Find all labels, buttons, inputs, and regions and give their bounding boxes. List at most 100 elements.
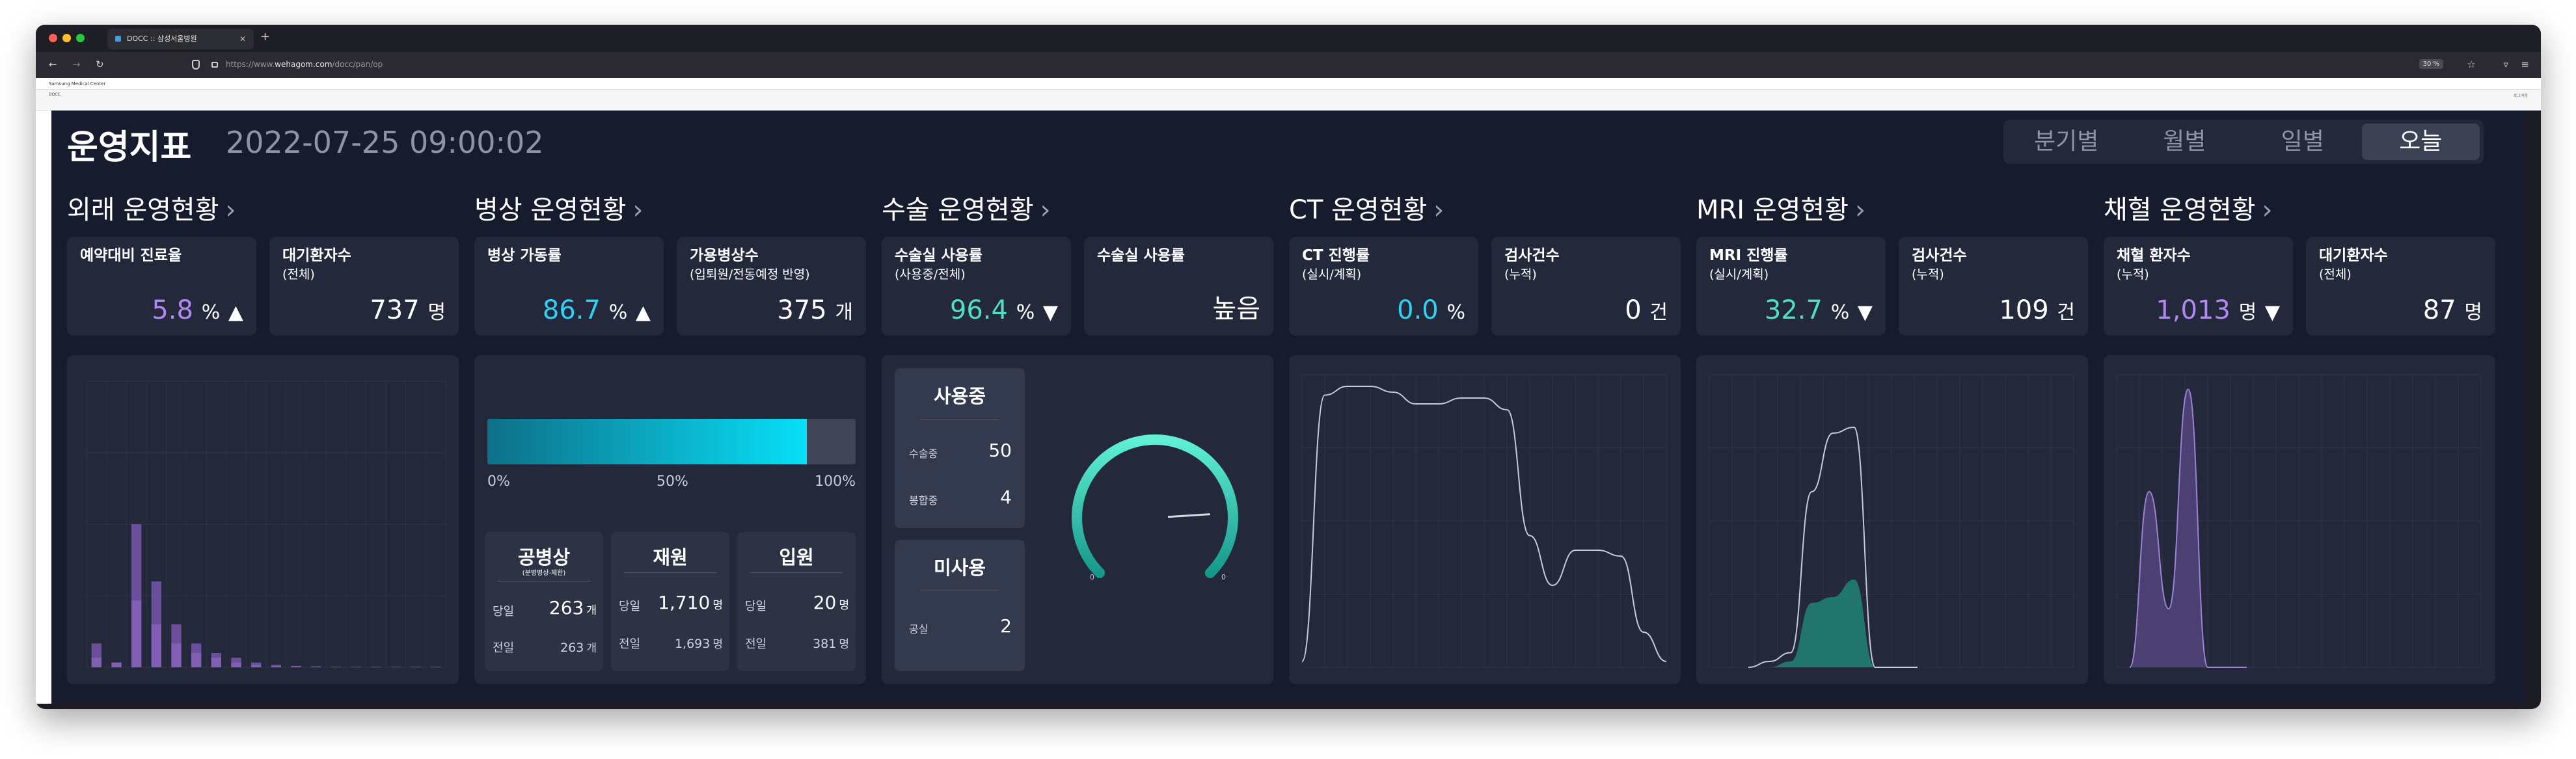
card-label: 예약대비 진료율 xyxy=(80,247,182,264)
ct-title[interactable]: CT 운영현황 › xyxy=(1289,189,1444,226)
value-unit: % xyxy=(1446,301,1465,324)
ward-panel: 0% 50% 100% 공병상 (분병병상-제한) 당일 263 개 전일 263… xyxy=(474,355,866,684)
section-title-text: MRI 운영현황 xyxy=(1696,195,1849,225)
row-label-today: 당일 xyxy=(619,600,641,613)
value-number: 1,693 xyxy=(674,637,711,651)
chevron-right-icon: › xyxy=(225,195,236,225)
gauge-min-label: 0 xyxy=(1090,573,1094,581)
value-unit: 명 xyxy=(839,638,849,651)
shield-icon[interactable] xyxy=(192,60,200,70)
card-value: 1,013 명 ▼ xyxy=(2156,295,2280,325)
blood-title[interactable]: 채혈 운영현황 › xyxy=(2104,189,2273,226)
value-number: 737 xyxy=(370,295,420,325)
row-label-yesterday: 전일 xyxy=(619,637,641,651)
browser-window: DOCC :: 삼성서울병원 ✕ + ← → ↻ https://www.weh… xyxy=(36,25,2541,709)
value-unit: 명 xyxy=(2464,301,2482,324)
surgery-section: 수술 운영현황 › 수술실 사용률 (사용중/전체) 96.4 % ▼ 수술실 사… xyxy=(882,189,1273,696)
outpatient-bar-chart xyxy=(86,380,446,668)
tab-title: DOCC :: 삼성서울병원 xyxy=(127,34,197,43)
tab-daily[interactable]: 일별 xyxy=(2244,124,2362,160)
bed-occupancy-card: 병상 가동률 86.7 % ▲ xyxy=(474,237,664,336)
outpatient-title[interactable]: 외래 운영현황 › xyxy=(67,189,236,226)
mri-title[interactable]: MRI 운영현황 › xyxy=(1696,189,1865,226)
row-label-today: 당일 xyxy=(493,605,515,619)
trend-up-icon: ▲ xyxy=(635,301,651,324)
value-number: 263 xyxy=(560,641,584,655)
tab-today[interactable]: 오늘 xyxy=(2361,124,2480,160)
back-icon[interactable]: ← xyxy=(49,59,57,70)
minimize-window-button[interactable] xyxy=(62,34,71,42)
mri-exam-count-card: 검사건수 (누적) 109 건 xyxy=(1899,237,2088,336)
lock-icon[interactable] xyxy=(211,62,218,68)
ct-section: CT 운영현황 › CT 진행률 (실시/계획) 0.0 % 검사건수 (누적) … xyxy=(1289,189,1681,696)
bar-overlay xyxy=(271,665,281,667)
card-value: 109 건 xyxy=(1999,295,2075,325)
card-label: 병상 가동률 xyxy=(487,247,562,264)
card-value: 87 명 xyxy=(2423,295,2482,325)
forward-icon[interactable]: → xyxy=(72,59,81,70)
value-unit: 건 xyxy=(1649,301,1668,324)
ward-title[interactable]: 병상 운영현황 › xyxy=(474,189,644,226)
zoom-badge[interactable]: 30 % xyxy=(2419,59,2443,69)
card-sublabel: (누적) xyxy=(2117,267,2149,282)
browser-tab[interactable]: DOCC :: 삼성서울병원 ✕ xyxy=(107,29,254,49)
dashboard: 운영지표 2022-07-25 09:00:02 분기별 월별 일별 오늘 외래… xyxy=(51,111,2525,704)
bar-overlay xyxy=(91,658,102,667)
bar-label-0: 0% xyxy=(487,473,510,490)
bookmark-star-icon[interactable]: ☆ xyxy=(2467,59,2476,70)
card-sublabel: (전체) xyxy=(2319,267,2352,282)
value-number: 87 xyxy=(2422,295,2456,325)
menu-icon[interactable]: ≡ xyxy=(2521,59,2529,70)
site-nav-label: DOCC xyxy=(49,92,61,97)
card-sublabel: (사용중/전체) xyxy=(895,267,966,282)
empty-beds-box: 공병상 (분병병상-제한) 당일 263 개 전일 263 개 xyxy=(485,532,603,671)
card-label: 수술실 사용률 xyxy=(1097,247,1185,264)
value-unit: 명 xyxy=(839,599,849,612)
maximize-window-button[interactable] xyxy=(76,34,85,42)
bar-overlay xyxy=(111,662,122,667)
occupancy-progress-bar xyxy=(487,419,856,464)
or-usage-card: 수술실 사용률 (사용중/전체) 96.4 % ▼ xyxy=(882,237,1071,336)
card-label: 검사건수 xyxy=(1912,247,1967,264)
bar-overlay xyxy=(251,665,262,667)
mri-chart-panel xyxy=(1696,355,2088,684)
tab-bar: DOCC :: 삼성서울병원 ✕ + xyxy=(36,25,2541,52)
chevron-right-icon: › xyxy=(1040,195,1051,225)
surgery-title[interactable]: 수술 운영현황 › xyxy=(882,189,1051,226)
blood-patients-card: 채혈 환자수 (누적) 1,013 명 ▼ xyxy=(2104,237,2293,336)
value-number: 381 xyxy=(813,637,837,651)
section-title-text: CT 운영현황 xyxy=(1289,195,1428,225)
bar-overlay xyxy=(211,658,221,667)
close-window-button[interactable] xyxy=(49,34,57,42)
blood-waiting-card: 대기환자수 (전체) 87 명 xyxy=(2306,237,2495,336)
section-title-text: 채혈 운영현황 xyxy=(2104,195,2256,225)
ct-progress-card: CT 진행률 (실시/계획) 0.0 % xyxy=(1289,237,1478,336)
close-tab-icon[interactable]: ✕ xyxy=(239,29,246,49)
reload-icon[interactable]: ↻ xyxy=(96,59,104,70)
box-subtitle: (분병병상-제한) xyxy=(522,570,566,577)
row-label-yesterday: 전일 xyxy=(493,641,515,655)
available-beds-card: 가용병상수 (입퇴원/전동예정 반영) 375 개 xyxy=(677,237,866,336)
logout-link[interactable]: 로그아웃 xyxy=(2514,92,2528,98)
tab-monthly[interactable]: 월별 xyxy=(2126,124,2244,160)
bar-overlay xyxy=(231,662,241,667)
ct-exam-count-card: 검사건수 (누적) 0 건 xyxy=(1491,237,1681,336)
row-label-today: 당일 xyxy=(745,600,767,613)
card-label: CT 진행률 xyxy=(1302,247,1370,264)
url-domain: wehagom.com xyxy=(275,60,332,69)
card-value: 86.7 % ▲ xyxy=(543,295,651,325)
page-title: 운영지표 xyxy=(67,128,192,167)
value-unit: 명 xyxy=(712,638,723,651)
or-gauge: 0 0 xyxy=(1072,434,1238,581)
pocket-icon[interactable]: ▿ xyxy=(2503,59,2508,70)
gauge-max-label: 0 xyxy=(1221,573,1226,581)
card-label: 채혈 환자수 xyxy=(2117,247,2191,264)
trend-down-icon: ▼ xyxy=(2264,301,2280,324)
card-label: 검사건수 xyxy=(1504,247,1560,264)
value-number: 0.0 xyxy=(1397,295,1439,325)
new-tab-button[interactable]: + xyxy=(260,30,270,44)
url-field[interactable]: https://www.wehagom.com/docc/pan/op xyxy=(226,60,383,69)
site-top-strip: Samsung Medical Center xyxy=(36,78,2541,90)
gauge-needle xyxy=(1167,513,1210,518)
tab-quarterly[interactable]: 분기별 xyxy=(2007,124,2126,160)
